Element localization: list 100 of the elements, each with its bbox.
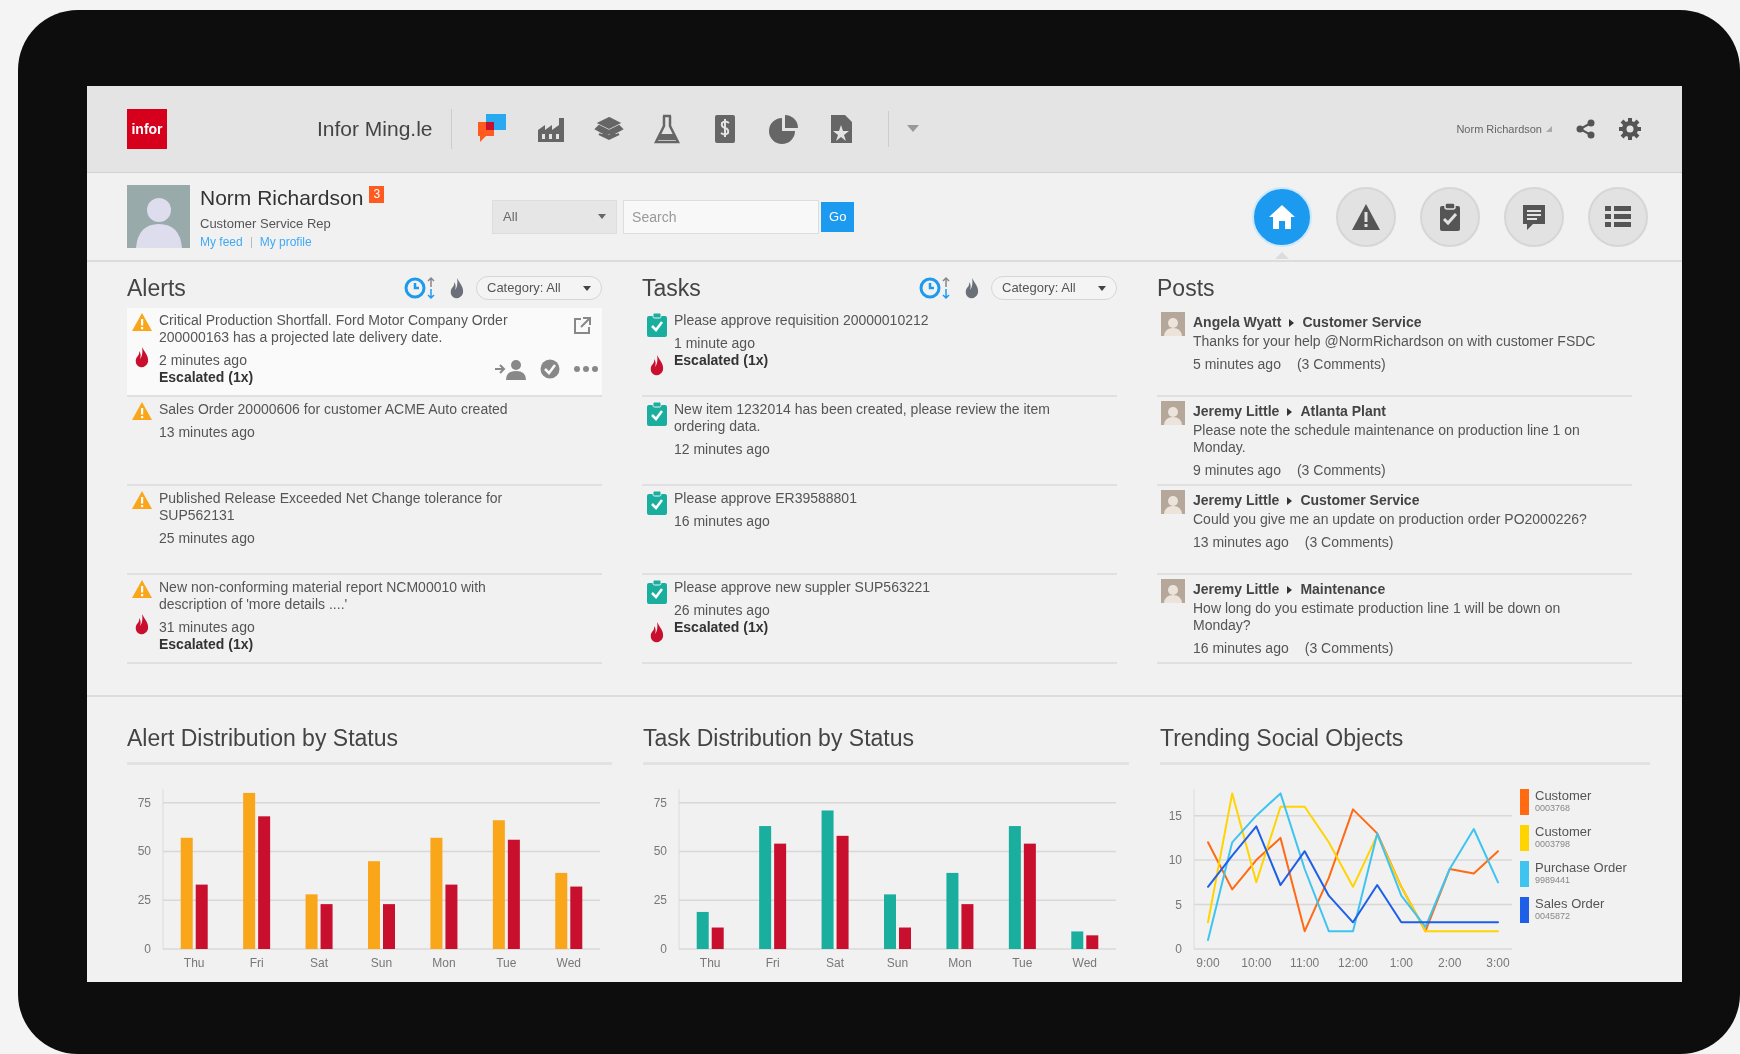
alert-item[interactable]: Critical Production Shortfall. Ford Motor Company Order 200000163 has a projected late delivery date. 2 minutes ago Escalated (1x) — [127, 308, 602, 397]
axis-label: 12:00 — [1338, 955, 1368, 970]
flame-icon — [648, 354, 666, 376]
search-field[interactable]: Search — [623, 199, 820, 234]
post-text: Thanks for your help @NormRichardson on with customer FSDC — [1193, 333, 1596, 350]
legend-label: Customer — [1535, 824, 1592, 839]
comments-link[interactable]: (3 Comments) — [1304, 640, 1394, 657]
bar — [711, 927, 724, 949]
escalation-status: Escalated (1x) — [674, 352, 769, 369]
item-text: Please approve ER39588801 — [674, 490, 858, 507]
axis-label: Sat — [826, 955, 845, 970]
axis-label: 0 — [660, 941, 667, 956]
axis-label: 75 — [137, 795, 151, 810]
warning-icon — [131, 401, 153, 421]
caret-icon — [1098, 285, 1106, 291]
axis-label: Wed — [1072, 955, 1097, 970]
post-text: How long do you estimate production line 1 will be down on Monday? — [1193, 600, 1562, 634]
bar — [320, 903, 333, 949]
axis-label: 3:00 — [1486, 955, 1510, 970]
bar — [570, 886, 583, 949]
caret-icon — [598, 214, 607, 219]
check-circle-icon[interactable] — [540, 359, 560, 379]
post-author[interactable]: Jeremy Little — [1193, 490, 1280, 511]
comments-link[interactable]: (3 Comments) — [1296, 462, 1386, 479]
axis-label: Sun — [370, 955, 393, 970]
profile-role: Customer Service Rep — [200, 214, 332, 233]
category-filter[interactable]: Category: All — [991, 276, 1117, 300]
flame-icon[interactable] — [448, 277, 466, 299]
legend-code: 0003768 — [1535, 802, 1572, 814]
legend-label: Purchase Order — [1535, 860, 1627, 875]
comments-link[interactable]: (3 Comments) — [1296, 356, 1386, 373]
legend-code: 9989441 — [1535, 874, 1572, 886]
item-time: 13 minutes ago — [159, 424, 255, 441]
sort-by-time-icon[interactable] — [919, 276, 953, 300]
warning-icon — [131, 312, 153, 332]
post-target[interactable]: Customer Service — [1302, 312, 1422, 333]
axis-label: Mon — [948, 955, 972, 970]
category-filter[interactable]: Category: All — [476, 276, 602, 300]
notification-badge: 3 — [369, 186, 385, 203]
post-time: 13 minutes ago — [1193, 534, 1289, 551]
chart-title: Task Distribution by Status — [643, 721, 1129, 765]
item-text: Critical Production Shortfall. Ford Motor Company Order 200000163 has a projected late delivery date. — [159, 312, 509, 346]
bar — [696, 911, 709, 949]
post-time: 9 minutes ago — [1193, 462, 1281, 479]
escalation-status: Escalated (1x) — [159, 369, 254, 386]
post-target[interactable]: Atlanta Plant — [1300, 401, 1386, 422]
item-text: Published Release Exceeded Net Change tolerance for SUP562131 — [159, 490, 504, 524]
assign-user-icon[interactable] — [494, 358, 526, 380]
chart-title: Trending Social Objects — [1160, 721, 1650, 765]
more-icon[interactable] — [574, 366, 598, 372]
alert-item[interactable]: Sales Order 20000606 for customer ACME Auto created 13 minutes ago — [127, 397, 602, 486]
flame-icon — [133, 613, 151, 635]
axis-label: Thu — [699, 955, 721, 970]
axis-label: Fri — [765, 955, 780, 970]
comments-link[interactable]: (3 Comments) — [1304, 534, 1394, 551]
caret-icon — [1287, 407, 1293, 416]
legend-code: 0003798 — [1535, 838, 1572, 850]
item-text: New non-conforming material report NCM00010 with description of 'more details ....' — [159, 579, 487, 613]
external-link-icon[interactable] — [572, 316, 592, 336]
axis-label: 25 — [653, 892, 667, 907]
item-time: 1 minute ago — [674, 335, 756, 352]
clipboard-check-icon — [646, 401, 668, 427]
post-target[interactable]: Customer Service — [1300, 490, 1420, 511]
flame-icon[interactable] — [963, 277, 981, 299]
axis-label: 5 — [1175, 897, 1182, 912]
legend-label: Sales Order — [1535, 896, 1605, 911]
scope-dropdown[interactable]: All — [492, 199, 618, 234]
alert-item[interactable]: New non-conforming material report NCM00010 with description of 'more details ....' 31 minutes ago Escalated (1x) — [127, 575, 602, 664]
profile-name: Norm Richardson — [200, 185, 364, 211]
axis-label: 25 — [137, 892, 151, 907]
item-time: 25 minutes ago — [159, 530, 255, 547]
sort-by-time-icon[interactable] — [404, 276, 438, 300]
axis-label: 11:00 — [1290, 955, 1320, 970]
axis-label: 0 — [144, 941, 151, 956]
share-icon[interactable] — [1576, 119, 1596, 139]
post-author[interactable]: Jeremy Little — [1193, 401, 1280, 422]
section-title: Posts — [1157, 274, 1215, 303]
post-author[interactable]: Angela Wyatt — [1193, 312, 1282, 333]
axis-label: Thu — [183, 955, 205, 970]
item-time: 12 minutes ago — [674, 441, 770, 458]
axis-label: Tue — [1012, 955, 1033, 970]
logo: infor — [127, 109, 167, 149]
clipboard-check-icon — [646, 490, 668, 516]
item-time: 16 minutes ago — [674, 513, 770, 530]
item-time: 26 minutes ago — [674, 602, 770, 619]
user-menu[interactable]: Norm Richardson — [1456, 120, 1552, 138]
alert-item[interactable]: Published Release Exceeded Net Change tolerance for SUP562131 25 minutes ago — [127, 486, 602, 575]
axis-label: 1:00 — [1389, 955, 1413, 970]
caret-icon — [1287, 496, 1293, 505]
post-author[interactable]: Jeremy Little — [1193, 579, 1280, 600]
post-text: Please note the schedule maintenance on production line 1 on Monday. — [1193, 422, 1581, 456]
axis-label: Sat — [310, 955, 329, 970]
axis-label: 10 — [1168, 852, 1182, 867]
settings-icon[interactable] — [1618, 117, 1642, 141]
escalation-status: Escalated (1x) — [674, 619, 770, 636]
flame-icon — [133, 346, 151, 368]
axis-label: 9:00 — [1196, 955, 1220, 970]
post-target[interactable]: Maintenance — [1300, 579, 1386, 600]
flame-icon — [648, 621, 666, 643]
bar — [884, 893, 896, 949]
